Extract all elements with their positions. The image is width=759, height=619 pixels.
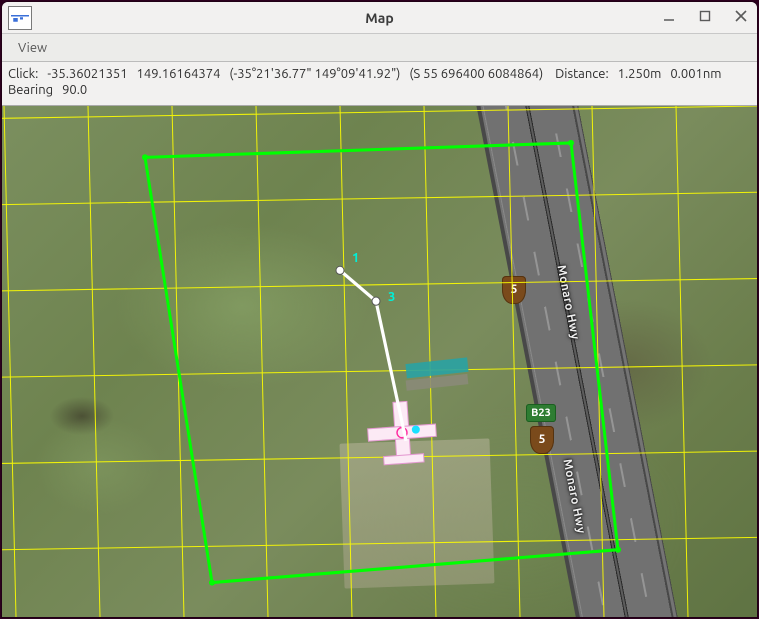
bearing-label: Bearing (8, 83, 53, 97)
distance-m: 1.250m (618, 67, 662, 81)
geofence-polygon (145, 142, 618, 582)
click-lon: 149.16164374 (137, 67, 221, 81)
map-canvas[interactable]: Monaro Hwy Monaro Hwy 5 5 B23 (2, 105, 757, 618)
waypoint-1-label: 1 (352, 250, 359, 264)
window-title: Map (2, 10, 757, 26)
title-bar: Map (2, 2, 757, 34)
close-button[interactable] (731, 6, 751, 26)
buildings (405, 357, 468, 390)
click-mgrs: (S 55 696400 6084864) (409, 67, 543, 81)
status-readout: Click: -35.36021351 149.16164374 (-35°21… (2, 62, 757, 105)
click-label: Click: (8, 67, 38, 81)
app-icon (8, 6, 32, 30)
menu-bar: View (2, 34, 757, 62)
app-window: Map View Click: -35.36021351 149.1616437… (2, 2, 757, 617)
map-overlay: 1 3 (2, 106, 757, 618)
waypoint-3-label: 3 (388, 290, 395, 304)
geofence-vertices (142, 139, 621, 585)
click-dms: (-35°21'36.77" 149°09'41.92") (229, 67, 400, 81)
distance-label: Distance: (555, 67, 609, 81)
maximize-button[interactable] (695, 6, 715, 26)
distance-nm: 0.001nm (670, 67, 721, 81)
menu-view[interactable]: View (8, 37, 57, 59)
click-lat: -35.36021351 (47, 67, 127, 81)
bearing-value: 90.0 (62, 83, 87, 97)
minimize-button[interactable] (659, 6, 679, 26)
window-controls (659, 6, 751, 26)
vehicle-icon (366, 399, 438, 465)
grid-lines (2, 106, 757, 618)
